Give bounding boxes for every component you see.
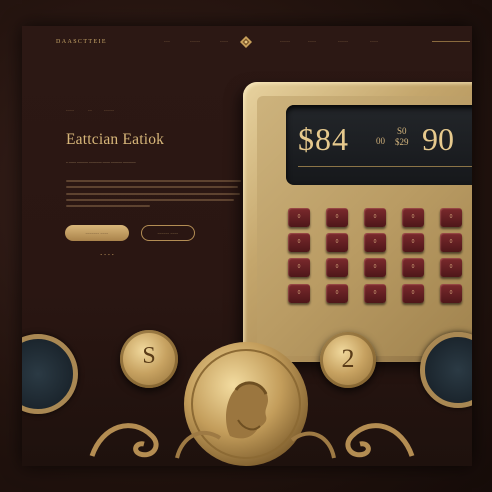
key[interactable]: 0 xyxy=(288,284,310,303)
calculator-display: $84 00 S0 $29 90 xyxy=(286,105,472,185)
secondary-cta-button[interactable]: –––––– –––– xyxy=(141,225,195,241)
coin-symbol: S xyxy=(142,343,156,369)
ornamental-scroll-icon xyxy=(89,423,415,459)
paragraph-line xyxy=(66,205,150,208)
numbered-coin-icon: 2 xyxy=(320,332,376,388)
key[interactable]: 0 xyxy=(440,284,462,303)
nav-item-2[interactable]: ––––– xyxy=(190,39,200,43)
key[interactable]: 0 xyxy=(326,284,348,303)
display-underline xyxy=(298,166,472,167)
key[interactable]: 0 xyxy=(364,233,386,252)
display-stack-top: S0 xyxy=(396,126,407,136)
key[interactable]: 0 xyxy=(402,208,424,227)
hero-kicker-3[interactable]: ––––– xyxy=(104,108,114,112)
paragraph-line xyxy=(66,192,240,195)
paragraph-line xyxy=(66,186,238,189)
key[interactable]: 0 xyxy=(402,233,424,252)
key[interactable]: 0 xyxy=(364,284,386,303)
paragraph-line xyxy=(66,198,234,201)
hero-paragraph xyxy=(66,180,241,211)
key[interactable]: 0 xyxy=(364,208,386,227)
nav-item-1[interactable]: ––– xyxy=(164,39,170,43)
nav-item-5[interactable]: –––– xyxy=(308,39,316,43)
nav-divider xyxy=(432,41,470,42)
key[interactable]: 0 xyxy=(440,233,462,252)
key[interactable]: 0 xyxy=(440,258,462,277)
nav-item-6[interactable]: ––––– xyxy=(338,39,348,43)
key[interactable]: 0 xyxy=(402,258,424,277)
paragraph-line xyxy=(66,180,241,182)
hero-subtitle: – –––– –––––– ––––––– –––– –––––– ––––––… xyxy=(66,160,136,164)
nav-item-7[interactable]: –––– xyxy=(370,39,378,43)
background-frame: DAASCTTEIE ––– ––––– –––– ––––– –––– –––… xyxy=(0,0,492,492)
primary-cta-button[interactable]: ––––––– –––– xyxy=(65,225,129,241)
brand-logo[interactable]: DAASCTTEIE xyxy=(56,39,107,45)
display-small-value: 00 xyxy=(376,136,385,146)
display-stacked-value: S0 $29 xyxy=(395,126,409,148)
top-nav: ––– ––––– –––– ––––– –––– ––––– –––– xyxy=(162,39,462,47)
coin-number: 2 xyxy=(341,344,355,373)
display-main-value: $84 xyxy=(298,121,349,157)
nav-item-3[interactable]: –––– xyxy=(220,39,228,43)
dollar-coin-icon: S xyxy=(120,330,178,388)
left-gauge-icon xyxy=(22,334,78,414)
key[interactable]: 0 xyxy=(364,258,386,277)
key[interactable]: 0 xyxy=(288,258,310,277)
carousel-dots[interactable]: •••• xyxy=(100,252,115,257)
key[interactable]: 0 xyxy=(326,258,348,277)
hero-kicker-2[interactable]: –– xyxy=(88,108,92,112)
nav-item-4[interactable]: ––––– xyxy=(280,39,290,43)
key[interactable]: 0 xyxy=(288,233,310,252)
ornament-emblem-icon xyxy=(240,36,252,48)
landing-page: DAASCTTEIE ––– ––––– –––– ––––– –––– –––… xyxy=(22,26,472,466)
hero-title: Eattcian Eatiok xyxy=(66,131,165,148)
key[interactable]: 0 xyxy=(326,208,348,227)
hero-kicker-1[interactable]: –––– xyxy=(66,108,74,112)
display-right-value: 90 xyxy=(422,121,454,157)
key[interactable]: 0 xyxy=(402,284,424,303)
key[interactable]: 0 xyxy=(288,208,310,227)
display-stack-bottom: $29 xyxy=(395,137,409,147)
key[interactable]: 0 xyxy=(326,233,348,252)
key[interactable]: 0 xyxy=(440,208,462,227)
